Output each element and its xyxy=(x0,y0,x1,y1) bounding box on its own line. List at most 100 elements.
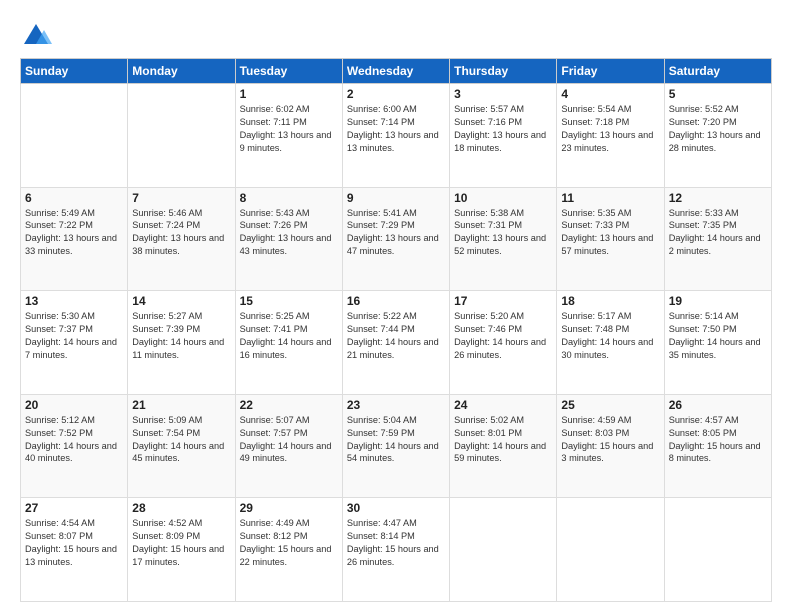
day-info: Sunrise: 5:27 AM Sunset: 7:39 PM Dayligh… xyxy=(132,310,230,362)
calendar-cell: 8 Sunrise: 5:43 AM Sunset: 7:26 PM Daylig… xyxy=(235,187,342,291)
calendar-cell: 5 Sunrise: 5:52 AM Sunset: 7:20 PM Daylig… xyxy=(664,84,771,188)
day-number: 5 xyxy=(669,87,767,101)
day-number: 22 xyxy=(240,398,338,412)
calendar-cell xyxy=(664,498,771,602)
day-info: Sunrise: 5:54 AM Sunset: 7:18 PM Dayligh… xyxy=(561,103,659,155)
day-number: 24 xyxy=(454,398,552,412)
day-number: 6 xyxy=(25,191,123,205)
calendar-cell: 9 Sunrise: 5:41 AM Sunset: 7:29 PM Daylig… xyxy=(342,187,449,291)
day-info: Sunrise: 4:59 AM Sunset: 8:03 PM Dayligh… xyxy=(561,414,659,466)
day-number: 15 xyxy=(240,294,338,308)
calendar-cell: 20 Sunrise: 5:12 AM Sunset: 7:52 PM Dayli… xyxy=(21,394,128,498)
calendar-header-row: SundayMondayTuesdayWednesdayThursdayFrid… xyxy=(21,59,772,84)
day-info: Sunrise: 5:02 AM Sunset: 8:01 PM Dayligh… xyxy=(454,414,552,466)
day-info: Sunrise: 4:54 AM Sunset: 8:07 PM Dayligh… xyxy=(25,517,123,569)
calendar-cell: 10 Sunrise: 5:38 AM Sunset: 7:31 PM Dayli… xyxy=(450,187,557,291)
calendar-cell: 11 Sunrise: 5:35 AM Sunset: 7:33 PM Dayli… xyxy=(557,187,664,291)
day-info: Sunrise: 5:20 AM Sunset: 7:46 PM Dayligh… xyxy=(454,310,552,362)
day-info: Sunrise: 6:02 AM Sunset: 7:11 PM Dayligh… xyxy=(240,103,338,155)
calendar-cell: 24 Sunrise: 5:02 AM Sunset: 8:01 PM Dayli… xyxy=(450,394,557,498)
calendar-cell xyxy=(128,84,235,188)
logo-icon xyxy=(20,16,52,48)
day-number: 13 xyxy=(25,294,123,308)
day-number: 3 xyxy=(454,87,552,101)
day-info: Sunrise: 5:09 AM Sunset: 7:54 PM Dayligh… xyxy=(132,414,230,466)
calendar-header-saturday: Saturday xyxy=(664,59,771,84)
day-info: Sunrise: 5:49 AM Sunset: 7:22 PM Dayligh… xyxy=(25,207,123,259)
day-info: Sunrise: 5:52 AM Sunset: 7:20 PM Dayligh… xyxy=(669,103,767,155)
calendar-cell: 19 Sunrise: 5:14 AM Sunset: 7:50 PM Dayli… xyxy=(664,291,771,395)
calendar-week-row-2: 13 Sunrise: 5:30 AM Sunset: 7:37 PM Dayli… xyxy=(21,291,772,395)
day-info: Sunrise: 5:33 AM Sunset: 7:35 PM Dayligh… xyxy=(669,207,767,259)
day-number: 21 xyxy=(132,398,230,412)
calendar-cell: 15Sunrise: 5:25 AM Sunset: 7:41 PM Dayli… xyxy=(235,291,342,395)
day-info: Sunrise: 4:57 AM Sunset: 8:05 PM Dayligh… xyxy=(669,414,767,466)
calendar-cell: 29 Sunrise: 4:49 AM Sunset: 8:12 PM Dayli… xyxy=(235,498,342,602)
day-info: Sunrise: 5:04 AM Sunset: 7:59 PM Dayligh… xyxy=(347,414,445,466)
calendar-cell: 12 Sunrise: 5:33 AM Sunset: 7:35 PM Dayli… xyxy=(664,187,771,291)
calendar-header-sunday: Sunday xyxy=(21,59,128,84)
page: SundayMondayTuesdayWednesdayThursdayFrid… xyxy=(0,0,792,612)
day-number: 1 xyxy=(240,87,338,101)
calendar-cell: 14Sunrise: 5:27 AM Sunset: 7:39 PM Dayli… xyxy=(128,291,235,395)
calendar-cell: 6 Sunrise: 5:49 AM Sunset: 7:22 PM Daylig… xyxy=(21,187,128,291)
day-info: Sunrise: 4:52 AM Sunset: 8:09 PM Dayligh… xyxy=(132,517,230,569)
day-number: 12 xyxy=(669,191,767,205)
day-info: Sunrise: 5:30 AM Sunset: 7:37 PM Dayligh… xyxy=(25,310,123,362)
day-number: 28 xyxy=(132,501,230,515)
calendar-table: SundayMondayTuesdayWednesdayThursdayFrid… xyxy=(20,58,772,602)
day-info: Sunrise: 4:49 AM Sunset: 8:12 PM Dayligh… xyxy=(240,517,338,569)
day-info: Sunrise: 6:00 AM Sunset: 7:14 PM Dayligh… xyxy=(347,103,445,155)
day-info: Sunrise: 5:57 AM Sunset: 7:16 PM Dayligh… xyxy=(454,103,552,155)
calendar-week-row-3: 20 Sunrise: 5:12 AM Sunset: 7:52 PM Dayli… xyxy=(21,394,772,498)
day-info: Sunrise: 5:22 AM Sunset: 7:44 PM Dayligh… xyxy=(347,310,445,362)
calendar-cell: 27 Sunrise: 4:54 AM Sunset: 8:07 PM Dayli… xyxy=(21,498,128,602)
day-number: 19 xyxy=(669,294,767,308)
day-number: 2 xyxy=(347,87,445,101)
logo xyxy=(20,16,56,48)
day-number: 9 xyxy=(347,191,445,205)
day-number: 30 xyxy=(347,501,445,515)
calendar-cell: 30 Sunrise: 4:47 AM Sunset: 8:14 PM Dayli… xyxy=(342,498,449,602)
calendar-cell: 16Sunrise: 5:22 AM Sunset: 7:44 PM Dayli… xyxy=(342,291,449,395)
day-info: Sunrise: 5:46 AM Sunset: 7:24 PM Dayligh… xyxy=(132,207,230,259)
day-number: 18 xyxy=(561,294,659,308)
day-number: 11 xyxy=(561,191,659,205)
calendar-cell: 7 Sunrise: 5:46 AM Sunset: 7:24 PM Daylig… xyxy=(128,187,235,291)
calendar-cell: 25Sunrise: 4:59 AM Sunset: 8:03 PM Dayli… xyxy=(557,394,664,498)
calendar-cell: 26Sunrise: 4:57 AM Sunset: 8:05 PM Dayli… xyxy=(664,394,771,498)
calendar-cell xyxy=(557,498,664,602)
calendar-header-monday: Monday xyxy=(128,59,235,84)
day-number: 29 xyxy=(240,501,338,515)
calendar-header-wednesday: Wednesday xyxy=(342,59,449,84)
day-info: Sunrise: 5:17 AM Sunset: 7:48 PM Dayligh… xyxy=(561,310,659,362)
day-number: 10 xyxy=(454,191,552,205)
day-number: 17 xyxy=(454,294,552,308)
calendar-cell xyxy=(450,498,557,602)
day-info: Sunrise: 4:47 AM Sunset: 8:14 PM Dayligh… xyxy=(347,517,445,569)
calendar-week-row-4: 27 Sunrise: 4:54 AM Sunset: 8:07 PM Dayli… xyxy=(21,498,772,602)
calendar-cell: 17 Sunrise: 5:20 AM Sunset: 7:46 PM Dayli… xyxy=(450,291,557,395)
day-number: 23 xyxy=(347,398,445,412)
calendar-header-tuesday: Tuesday xyxy=(235,59,342,84)
day-number: 20 xyxy=(25,398,123,412)
day-number: 8 xyxy=(240,191,338,205)
calendar-cell: 28 Sunrise: 4:52 AM Sunset: 8:09 PM Dayli… xyxy=(128,498,235,602)
calendar-cell: 3 Sunrise: 5:57 AM Sunset: 7:16 PM Daylig… xyxy=(450,84,557,188)
calendar-cell: 18 Sunrise: 5:17 AM Sunset: 7:48 PM Dayli… xyxy=(557,291,664,395)
day-number: 4 xyxy=(561,87,659,101)
calendar-week-row-1: 6 Sunrise: 5:49 AM Sunset: 7:22 PM Daylig… xyxy=(21,187,772,291)
day-number: 27 xyxy=(25,501,123,515)
day-info: Sunrise: 5:35 AM Sunset: 7:33 PM Dayligh… xyxy=(561,207,659,259)
day-info: Sunrise: 5:41 AM Sunset: 7:29 PM Dayligh… xyxy=(347,207,445,259)
day-number: 7 xyxy=(132,191,230,205)
day-info: Sunrise: 5:12 AM Sunset: 7:52 PM Dayligh… xyxy=(25,414,123,466)
day-info: Sunrise: 5:43 AM Sunset: 7:26 PM Dayligh… xyxy=(240,207,338,259)
calendar-cell: 13 Sunrise: 5:30 AM Sunset: 7:37 PM Dayli… xyxy=(21,291,128,395)
calendar-cell: 1 Sunrise: 6:02 AM Sunset: 7:11 PM Daylig… xyxy=(235,84,342,188)
header xyxy=(20,16,772,48)
day-info: Sunrise: 5:38 AM Sunset: 7:31 PM Dayligh… xyxy=(454,207,552,259)
calendar-header-friday: Friday xyxy=(557,59,664,84)
day-info: Sunrise: 5:14 AM Sunset: 7:50 PM Dayligh… xyxy=(669,310,767,362)
calendar-cell: 21 Sunrise: 5:09 AM Sunset: 7:54 PM Dayli… xyxy=(128,394,235,498)
